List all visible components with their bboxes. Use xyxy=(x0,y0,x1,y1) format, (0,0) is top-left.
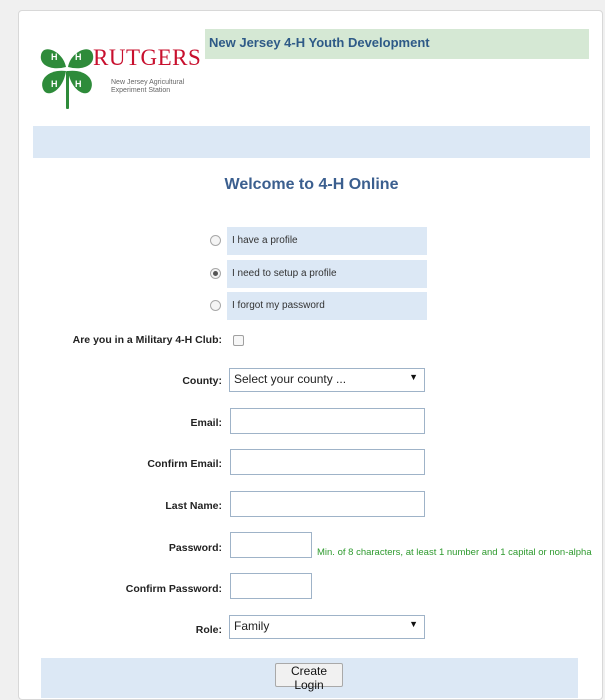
4-h-clover-icon: H H H H xyxy=(40,49,94,109)
role-label: Role: xyxy=(195,624,222,636)
option-forgot-password[interactable]: I forgot my password xyxy=(19,292,604,320)
confirm-password-field[interactable] xyxy=(230,573,312,599)
setup-profile-radio[interactable] xyxy=(210,268,221,279)
have-profile-label[interactable]: I have a profile xyxy=(227,227,427,255)
dropdown-arrow-icon: ▼ xyxy=(409,619,418,629)
welcome-heading: Welcome to 4-H Online xyxy=(224,176,399,193)
email-label: Email: xyxy=(190,417,222,429)
header-title: New Jersey 4-H Youth Development xyxy=(205,29,589,59)
login-page: H H H H RUTGERS New Jersey Agricultural … xyxy=(18,10,603,700)
svg-text:H: H xyxy=(75,79,82,89)
email-field[interactable] xyxy=(230,408,425,434)
svg-text:H: H xyxy=(51,79,58,89)
confirm-email-label: Confirm Email: xyxy=(147,458,222,470)
last-name-field[interactable] xyxy=(230,491,425,517)
rutgers-4h-logo: H H H H RUTGERS New Jersey Agricultural … xyxy=(37,27,201,127)
military-club-label: Are you in a Military 4-H Club: xyxy=(72,334,222,346)
option-have-profile[interactable]: I have a profile xyxy=(19,227,604,255)
password-hint: Min. of 8 characters, at least 1 number … xyxy=(317,547,592,558)
county-select[interactable]: Select your county ... ▼ xyxy=(229,368,425,392)
option-setup-profile[interactable]: I need to setup a profile xyxy=(19,260,604,288)
password-label: Password: xyxy=(168,542,222,554)
confirm-password-label: Confirm Password: xyxy=(125,583,222,595)
county-label: County: xyxy=(182,375,222,387)
dropdown-arrow-icon: ▼ xyxy=(409,372,418,382)
nav-band xyxy=(33,126,590,158)
forgot-password-radio[interactable] xyxy=(210,300,221,311)
confirm-email-field[interactable] xyxy=(230,449,425,475)
role-select-value: Family xyxy=(234,619,270,633)
create-login-button[interactable]: Create Login xyxy=(275,663,343,692)
svg-text:H: H xyxy=(75,52,82,62)
last-name-label: Last Name: xyxy=(165,500,222,512)
military-club-checkbox[interactable] xyxy=(233,335,244,346)
role-select[interactable]: Family ▼ xyxy=(229,615,425,639)
county-select-value: Select your county ... xyxy=(234,372,347,386)
forgot-password-label[interactable]: I forgot my password xyxy=(227,292,427,320)
brand-subtitle: New Jersey Agricultural Experiment Stati… xyxy=(111,79,185,94)
svg-text:H: H xyxy=(51,52,58,62)
have-profile-radio[interactable] xyxy=(210,235,221,246)
brand-name: RUTGERS xyxy=(93,45,202,70)
password-field[interactable] xyxy=(230,532,312,558)
setup-profile-label[interactable]: I need to setup a profile xyxy=(227,260,427,288)
